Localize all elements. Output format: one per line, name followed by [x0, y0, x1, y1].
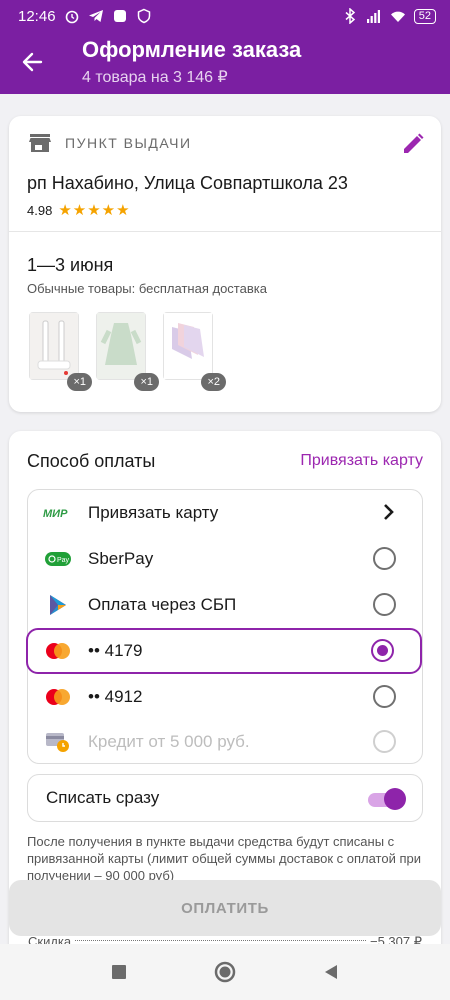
app-bar: Оформление заказа 4 товара на 3 146 ₽ — [0, 32, 450, 94]
triangle-back-icon — [325, 965, 337, 979]
item-quantity: ×1 — [67, 373, 92, 391]
payment-option-card-4179[interactable]: •• 4179 — [26, 628, 422, 674]
payment-option-label: Кредит от 5 000 руб. — [88, 732, 250, 751]
toothbrush-thumbnail[interactable]: ×1 — [29, 312, 92, 391]
charge-now-toggle[interactable] — [368, 787, 406, 810]
svg-text:МИР: МИР — [43, 508, 68, 519]
dress-thumbnail[interactable]: ×1 — [96, 312, 159, 391]
arrow-left-icon — [22, 52, 43, 72]
socks-thumbnail[interactable]: ×2 — [163, 312, 226, 391]
payment-method-title: Способ оплаты — [27, 451, 156, 471]
leader-dots — [75, 934, 366, 941]
credit-icon — [46, 733, 69, 752]
item-quantity: ×1 — [134, 373, 159, 391]
rating-stars-icon: ★★★★★ — [58, 202, 131, 219]
recents-button[interactable] — [105, 958, 133, 986]
telegram-icon — [88, 10, 103, 22]
payment-option-label: SberPay — [88, 549, 154, 568]
signal-icon — [366, 10, 380, 23]
payment-option-bind-card[interactable]: МИР Привязать карту — [28, 490, 424, 536]
mir-icon: МИР — [43, 508, 68, 519]
rating-value: 4.98 — [27, 202, 53, 218]
edit-pencil-icon[interactable] — [401, 132, 425, 156]
payment-option-label: Оплата через СБП — [88, 595, 237, 614]
status-time: 12:46 — [18, 7, 56, 25]
payment-option-card-4912[interactable]: •• 4912 — [28, 674, 424, 720]
payment-option-sbp[interactable]: Оплата через СБП — [28, 582, 424, 628]
circle-icon — [214, 961, 236, 983]
svg-text:Pay: Pay — [57, 557, 70, 564]
payment-option-label: •• 4912 — [88, 687, 143, 706]
wifi-icon — [390, 11, 405, 22]
pickup-label: ПУНКТ ВЫДАЧИ — [65, 135, 192, 151]
back-nav-button[interactable] — [317, 958, 345, 986]
order-items: ×1 ×1 ×2 — [29, 312, 226, 391]
payment-radio[interactable] — [373, 547, 396, 570]
bluetooth-icon — [345, 8, 355, 24]
payment-radio[interactable] — [373, 593, 396, 616]
payment-radio[interactable] — [373, 685, 396, 708]
store-icon — [29, 134, 51, 152]
payment-info-text: После получения в пункте выдачи средства… — [27, 834, 421, 883]
socks-image — [164, 313, 212, 379]
alarm-icon — [65, 10, 78, 24]
home-button[interactable] — [211, 958, 239, 986]
square-app-icon — [113, 10, 126, 22]
payment-options-list: МИР Привязать карту Pay SberPay Оплата ч… — [26, 489, 424, 765]
payment-option-label: Привязать карту — [88, 503, 219, 522]
sberpay-icon: Pay — [45, 552, 71, 566]
battery-icon: 52 — [413, 8, 436, 24]
page-title: Оформление заказа — [82, 37, 302, 62]
pickup-rating: 4.98 ★★★★★ — [27, 201, 131, 219]
back-button[interactable] — [16, 46, 48, 78]
toggle-knob — [384, 788, 406, 810]
discount-row: Скидка −5 307 ₽ — [28, 934, 422, 944]
dress-image — [97, 313, 145, 379]
charge-now-row[interactable]: Списать сразу — [27, 774, 423, 822]
delivery-note: Обычные товары: бесплатная доставка — [27, 281, 267, 296]
mastercard-icon — [46, 689, 70, 705]
bind-card-link[interactable]: Привязать карту — [300, 452, 423, 470]
divider — [9, 231, 441, 232]
payment-option-label: •• 4179 — [88, 641, 143, 660]
status-bar: 12:46 52 — [0, 0, 450, 32]
delivery-dates: 1—3 июня — [27, 255, 114, 275]
mastercard-icon — [46, 643, 70, 659]
payment-radio-disabled — [373, 730, 396, 753]
item-quantity: ×2 — [201, 373, 226, 391]
charge-now-label: Списать сразу — [46, 788, 160, 807]
discount-label: Скидка — [28, 934, 72, 944]
pay-button[interactable]: ОПЛАТИТЬ — [9, 880, 441, 936]
chevron-right-icon — [382, 503, 394, 526]
system-nav-bar — [0, 944, 450, 1000]
pickup-card: ПУНКТ ВЫДАЧИ рп Нахабино, Улица Совпартш… — [9, 116, 441, 412]
discount-value: −5 307 ₽ — [369, 934, 422, 944]
order-summary-subtitle: 4 товара на 3 146 ₽ — [82, 69, 228, 86]
sbp-icon — [50, 595, 66, 615]
payment-option-credit: Кредит от 5 000 руб. — [28, 719, 424, 765]
square-icon — [112, 965, 126, 979]
shield-icon — [137, 8, 150, 24]
payment-option-sberpay[interactable]: Pay SberPay — [28, 536, 424, 582]
toothbrush-image — [30, 313, 78, 379]
payment-radio-selected[interactable] — [371, 639, 394, 662]
pickup-address: рп Нахабино, Улица Совпартшкола 23 — [27, 173, 348, 193]
